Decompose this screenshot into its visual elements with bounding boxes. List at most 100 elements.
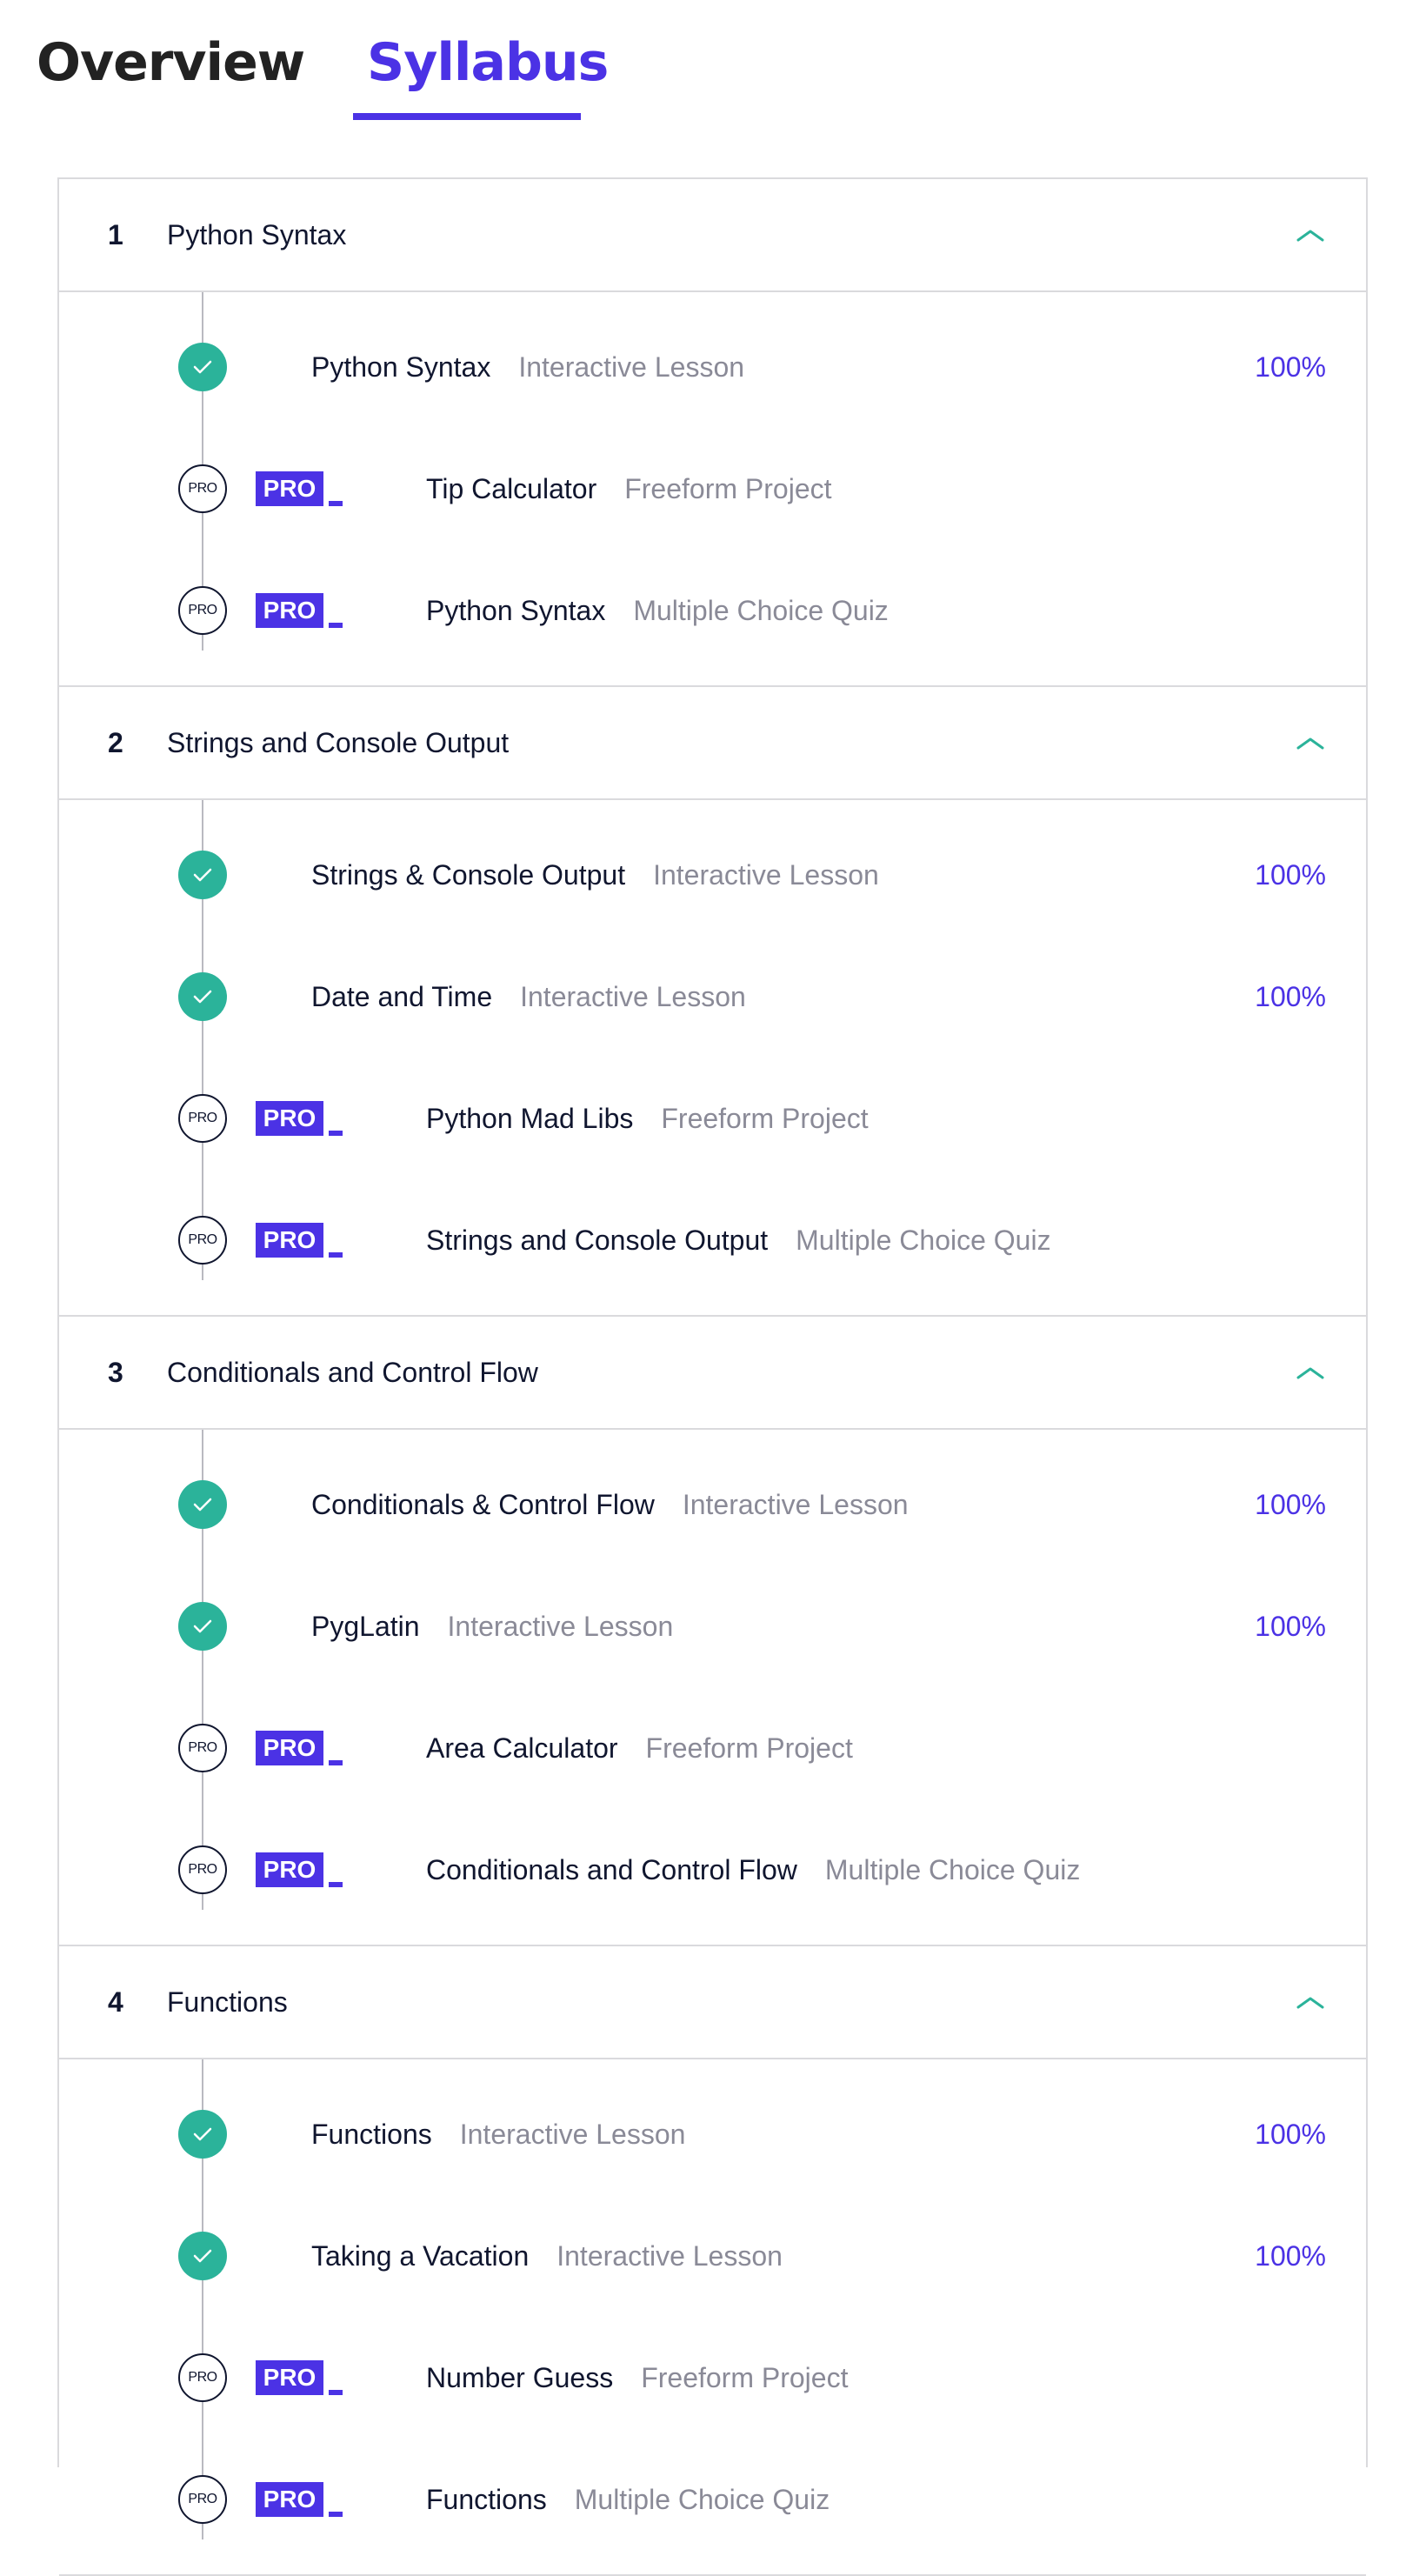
module-body: Python Syntax Interactive Lesson 100% PRO PR… bbox=[59, 292, 1366, 685]
module-header[interactable]: 2 Strings and Console Output bbox=[59, 687, 1366, 800]
pro-badge-label: PRO bbox=[256, 2482, 323, 2517]
module: 3 Conditionals and Control Flow Conditiona… bbox=[59, 1317, 1366, 1946]
pro-marker-label: PRO bbox=[188, 1111, 217, 1125]
lesson-type: Interactive Lesson bbox=[518, 351, 745, 383]
lesson-item[interactable]: PRO PRO Strings and Console Output Multiple… bbox=[59, 1179, 1366, 1301]
lesson-type: Freeform Project bbox=[641, 2362, 849, 2393]
module-title: Strings and Console Output bbox=[167, 727, 510, 758]
lesson-type: Freeform Project bbox=[661, 1103, 869, 1134]
completed-check-icon bbox=[178, 851, 227, 899]
lesson-item[interactable]: Functions Interactive Lesson 100% bbox=[59, 2073, 1366, 2195]
lesson-progress: 100% bbox=[1255, 1611, 1326, 1642]
lesson-item[interactable]: PRO PRO Conditionals and Control Flow Multi… bbox=[59, 1809, 1366, 1931]
lesson-type: Freeform Project bbox=[645, 1732, 853, 1764]
module-number: 4 bbox=[108, 1986, 123, 2018]
lesson-title: Date and Time bbox=[311, 981, 493, 1012]
module-body: Strings & Console Output Interactive Less… bbox=[59, 800, 1366, 1315]
pro-lock-icon: PRO bbox=[178, 586, 227, 635]
tab-syllabus[interactable]: Syllabus bbox=[367, 30, 609, 96]
pro-marker-label: PRO bbox=[188, 1740, 217, 1755]
lesson-item[interactable]: Conditionals & Control Flow Interactive L… bbox=[59, 1444, 1366, 1565]
lesson-title: Strings & Console Output bbox=[311, 859, 626, 891]
lesson-item[interactable]: PRO PRO Functions Multiple Choice Quiz bbox=[59, 2439, 1366, 2560]
lesson-type: Freeform Project bbox=[624, 473, 832, 504]
lesson-item[interactable]: Date and Time Interactive Lesson 100% bbox=[59, 936, 1366, 1058]
pro-marker-label: PRO bbox=[188, 2492, 217, 2506]
pro-lock-icon: PRO bbox=[178, 1724, 227, 1772]
pro-badge-label: PRO bbox=[256, 2360, 323, 2395]
module-title: Conditionals and Control Flow bbox=[167, 1357, 538, 1388]
pro-lock-icon: PRO bbox=[178, 1845, 227, 1894]
module-header[interactable]: 1 Python Syntax bbox=[59, 179, 1366, 292]
lesson-progress: 100% bbox=[1255, 859, 1326, 891]
pro-marker-label: PRO bbox=[188, 1862, 217, 1877]
module-body: Functions Interactive Lesson 100% Taking a … bbox=[59, 2059, 1366, 2574]
active-tab-indicator bbox=[353, 113, 581, 120]
pro-badge-cursor bbox=[329, 1760, 343, 1765]
lesson-title: Number Guess bbox=[426, 2362, 614, 2393]
lesson-progress: 100% bbox=[1255, 2119, 1326, 2150]
pro-badge-label: PRO bbox=[256, 1852, 323, 1887]
lesson-type: Multiple Choice Quiz bbox=[824, 1854, 1081, 1885]
lesson-progress: 100% bbox=[1255, 981, 1326, 1012]
module-title: Python Syntax bbox=[167, 219, 347, 250]
completed-check-icon bbox=[178, 1480, 227, 1529]
lesson-item[interactable]: Python Syntax Interactive Lesson 100% bbox=[59, 306, 1366, 428]
module-number: 1 bbox=[108, 219, 123, 250]
completed-check-icon bbox=[178, 343, 227, 391]
module-number: 2 bbox=[108, 727, 123, 758]
lesson-title: Python Syntax bbox=[311, 351, 491, 383]
chevron-up-icon[interactable] bbox=[1293, 1358, 1328, 1385]
pro-badge-cursor bbox=[329, 1882, 343, 1887]
lesson-title: Tip Calculator bbox=[426, 473, 597, 504]
lesson-title: Functions bbox=[426, 2484, 547, 2515]
chevron-up-icon[interactable] bbox=[1293, 729, 1328, 755]
lesson-progress: 100% bbox=[1255, 1489, 1326, 1520]
completed-check-icon bbox=[178, 2110, 227, 2159]
pro-lock-icon: PRO bbox=[178, 2353, 227, 2402]
tab-bar: Overview Syllabus bbox=[0, 0, 1426, 122]
chevron-up-icon[interactable] bbox=[1293, 1988, 1328, 2014]
module: 1 Python Syntax Python Syntax Interactive L… bbox=[59, 179, 1366, 687]
module-title: Functions bbox=[167, 1986, 288, 2018]
lesson-title: Conditionals and Control Flow bbox=[426, 1854, 797, 1885]
lesson-title: Strings and Console Output bbox=[426, 1225, 769, 1256]
lesson-type: Interactive Lesson bbox=[682, 1489, 909, 1520]
lesson-type: Multiple Choice Quiz bbox=[796, 1225, 1051, 1256]
lesson-item[interactable]: PRO PRO Python Syntax Multiple Choice Quiz bbox=[59, 550, 1366, 671]
lesson-title: PygLatin bbox=[311, 1611, 420, 1642]
pro-marker-label: PRO bbox=[188, 2370, 217, 2385]
lesson-title: Python Syntax bbox=[426, 595, 606, 626]
lesson-type: Interactive Lesson bbox=[556, 2240, 783, 2272]
lesson-item[interactable]: Strings & Console Output Interactive Less… bbox=[59, 814, 1366, 936]
pro-marker-label: PRO bbox=[188, 603, 217, 617]
lesson-title: Conditionals & Control Flow bbox=[311, 1489, 655, 1520]
lesson-item[interactable]: Taking a Vacation Interactive Lesson 100% bbox=[59, 2195, 1366, 2317]
pro-badge-label: PRO bbox=[256, 593, 323, 628]
lesson-progress: 100% bbox=[1255, 351, 1326, 383]
pro-badge-cursor bbox=[329, 1131, 343, 1136]
pro-badge-label: PRO bbox=[256, 471, 323, 506]
module: 4 Functions Functions Interactive Lesson 100… bbox=[59, 1946, 1366, 2576]
lesson-type: Interactive Lesson bbox=[459, 2119, 686, 2150]
module-header[interactable]: 4 Functions bbox=[59, 1946, 1366, 2059]
pro-badge-label: PRO bbox=[256, 1731, 323, 1765]
tab-overview[interactable]: Overview bbox=[37, 30, 305, 96]
lesson-item[interactable]: PRO PRO Tip Calculator Freeform Project bbox=[59, 428, 1366, 550]
pro-badge-cursor bbox=[329, 2512, 343, 2517]
lesson-title: Functions bbox=[311, 2119, 432, 2150]
module-header[interactable]: 3 Conditionals and Control Flow bbox=[59, 1317, 1366, 1430]
lesson-progress: 100% bbox=[1255, 2240, 1326, 2272]
module-number: 3 bbox=[108, 1357, 123, 1388]
lesson-item[interactable]: PRO PRO Python Mad Libs Freeform Project bbox=[59, 1058, 1366, 1179]
pro-lock-icon: PRO bbox=[178, 1094, 227, 1143]
lesson-type: Multiple Choice Quiz bbox=[633, 595, 889, 626]
syllabus-list: 1 Python Syntax Python Syntax Interactive L… bbox=[57, 177, 1368, 2576]
lesson-item[interactable]: PygLatin Interactive Lesson 100% bbox=[59, 1565, 1366, 1687]
pro-badge-cursor bbox=[329, 1252, 343, 1258]
pro-badge-cursor bbox=[329, 623, 343, 628]
completed-check-icon bbox=[178, 2232, 227, 2280]
lesson-item[interactable]: PRO PRO Number Guess Freeform Project bbox=[59, 2317, 1366, 2439]
lesson-item[interactable]: PRO PRO Area Calculator Freeform Project bbox=[59, 1687, 1366, 1809]
chevron-up-icon[interactable] bbox=[1293, 221, 1328, 247]
